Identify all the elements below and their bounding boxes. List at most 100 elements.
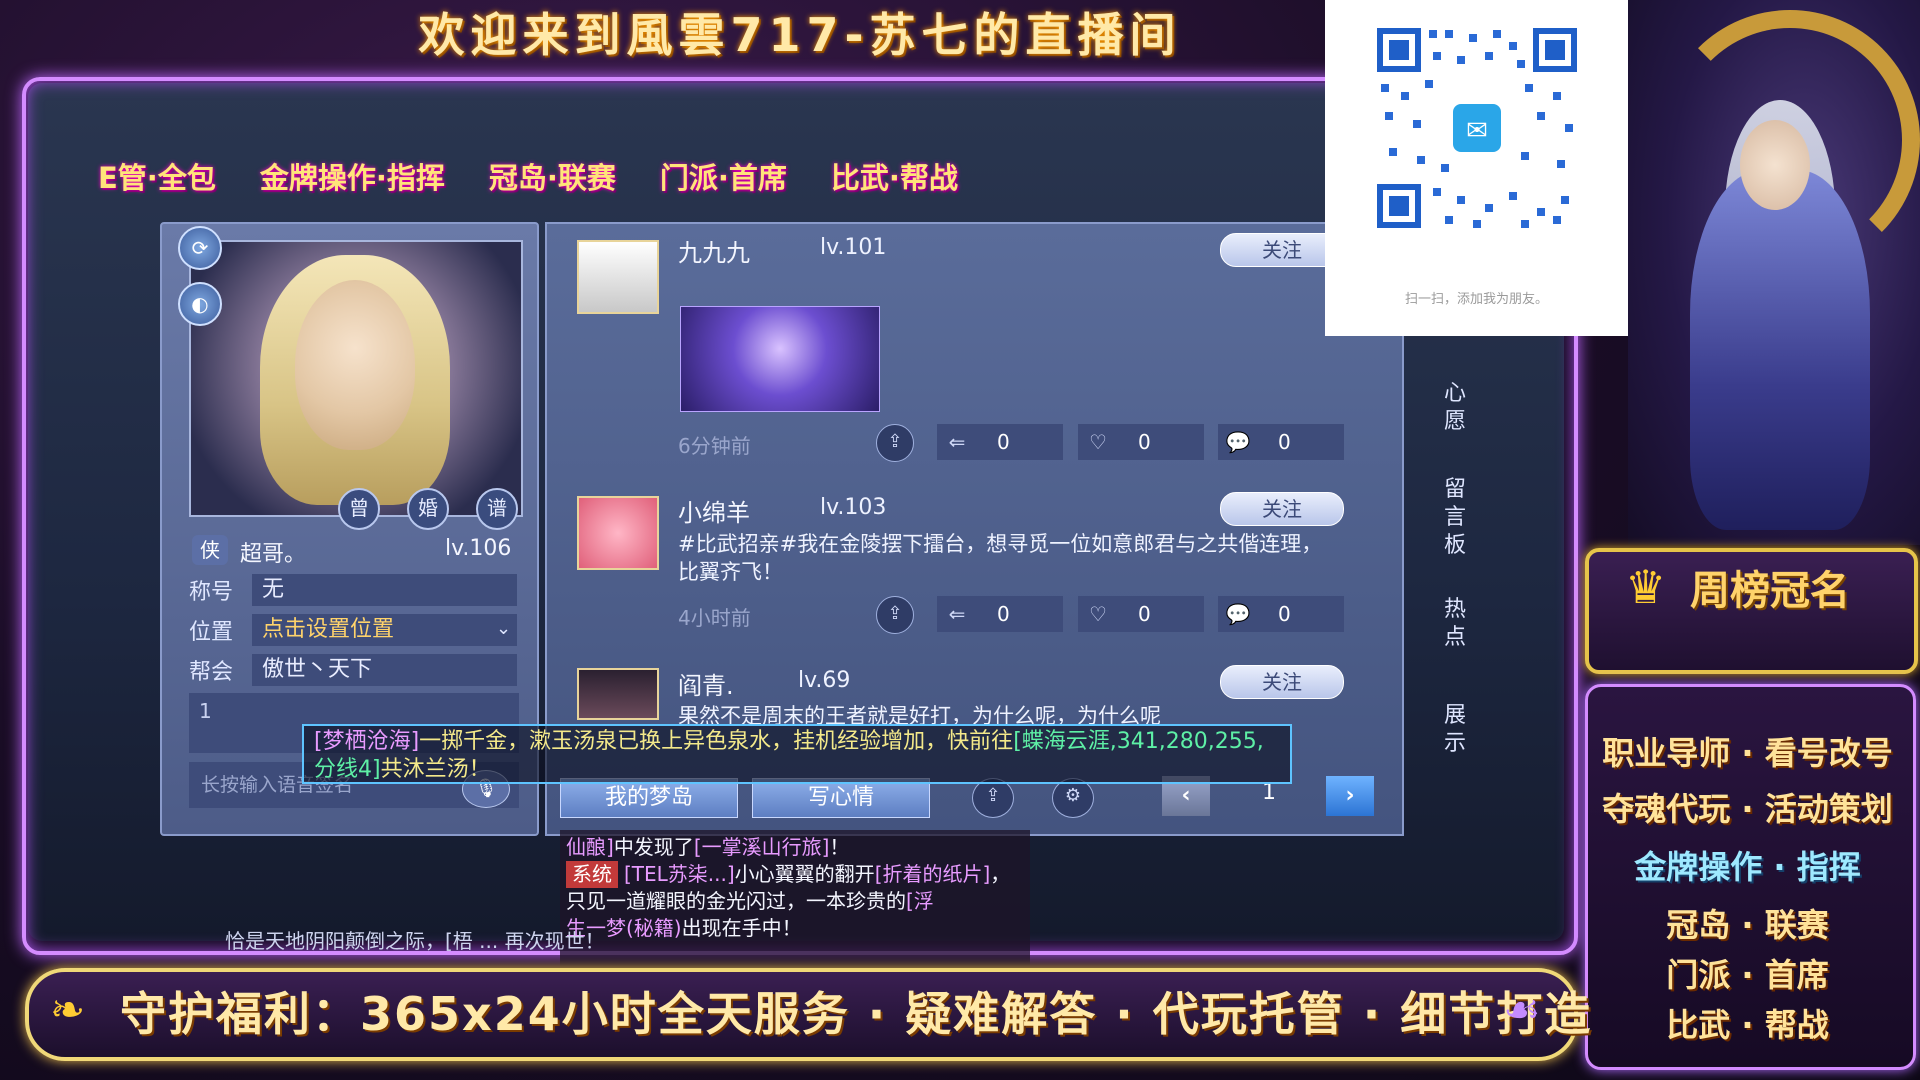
service-line: 门派 · 首席 [1666,956,1829,994]
system-chat: 仙酿]中发现了[一掌溪山行旅]！ 系统 [TEL苏柒...]小心翼翼的翻开[折着的… [560,830,1030,970]
marquee-item: 冠岛·联赛 [488,161,616,195]
weekly-title: 周榜冠名 [1690,568,1850,614]
marquee-item: 比武·帮战 [830,161,958,195]
character-head [1740,120,1810,210]
tab-guestbook[interactable]: 留言板 [1438,476,1472,560]
share-icon[interactable]: ⇪ [972,778,1014,818]
like-button[interactable]: ♡ 0 [1078,424,1204,460]
post-avatar[interactable] [577,240,659,314]
location-select[interactable]: 点击设置位置 [252,614,517,646]
tab-wish[interactable]: 心愿 [1438,380,1472,436]
comment-count: 0 [1278,602,1291,626]
chat-message: [梦栖沧海]一掷千金，漱玉汤泉已换上异色泉水，挂机经验增加，快前往[蝶海云涯,3… [302,724,1292,784]
chat-item[interactable]: [折着的纸片] [875,862,991,886]
write-mood-button[interactable]: 写心情 [752,778,930,818]
follow-button[interactable]: 关注 [1220,665,1344,699]
crown-icon: ♛ [1625,560,1667,614]
chat-text: ， [990,862,1011,886]
chat-player[interactable]: [TEL苏柒...] [624,862,735,886]
post-text: 果然不是周末的王者就是好打，为什么呢，为什么呢 [678,704,1161,726]
chat-channel: [梦栖沧海] [314,729,420,754]
qr-card [1325,0,1628,336]
guild-label: 帮会 [189,660,234,685]
heart-icon: ♡ [1089,430,1107,454]
post-level: lv.103 [820,495,887,520]
chat-text: 出现在手中！ [681,916,802,940]
comment-icon: 💬 [1225,430,1251,454]
post-avatar[interactable] [577,668,659,720]
stream-title: 欢迎来到風雲717-苏七的直播间 [418,8,1182,62]
service-line: 冠岛 · 联赛 [1666,906,1829,944]
post-level: lv.69 [798,668,851,693]
service-line: 金牌操作 · 指挥 [1634,848,1861,886]
forward-count: 0 [997,430,1010,454]
badge-chip[interactable]: 曾 [338,488,380,530]
tab-hot[interactable]: 热点 [1438,596,1472,652]
chat-text: 小心翼翼的翻开 [734,862,875,886]
comment-count: 0 [1278,430,1291,454]
chat-text: 一掷千金，漱玉汤泉已换上异色泉水，挂机经验增加，快前往 [419,729,1014,754]
qr-caption: 扫一扫，添加我为朋友。 [1404,292,1548,307]
post-text: #比武招亲#我在金陵摆下擂台，想寻觅一位如意郎君与之共偕连理，比翼齐飞！ [678,532,1323,584]
title-row: 称号 无 [189,574,519,606]
post-time: 4小时前 [678,606,751,630]
follow-button[interactable]: 关注 [1220,492,1344,526]
like-count: 0 [1138,602,1151,626]
like-count: 0 [1138,430,1151,454]
service-marquee: E管·全包 金牌操作·指挥 冠岛·联赛 门派·首席 比武·帮战 [98,155,958,203]
badge-chip[interactable]: 谱 [476,488,518,530]
share-icon[interactable]: ⇪ [876,596,914,634]
badge-chip[interactable]: 婚 [407,488,449,530]
chat-item[interactable]: [浮 [906,889,934,913]
location-label: 位置 [189,620,234,645]
guild-value: 傲世丶天下 [252,654,517,686]
heart-icon: ♡ [1089,602,1107,626]
chat-item: 仙酿] [566,835,614,859]
post-image[interactable] [680,306,880,412]
chat-text: 只见一道耀眼的金光闪过，一本珍贵的 [566,889,906,913]
character-robe [1690,170,1870,530]
title-label: 称号 [189,580,234,605]
chat-text: ！ [829,835,850,859]
marquee-item: E管·全包 [98,161,216,195]
forward-icon: ⇐ [948,602,966,626]
chat-text: 共沐兰汤！ [380,757,491,782]
wing-icon: ❧ [50,985,86,1034]
marquee-item: 门派·首席 [659,161,787,195]
chevron-down-icon[interactable]: ⌄ [496,618,511,639]
comment-button[interactable]: 💬 0 [1218,424,1344,460]
post-author[interactable]: 小绵羊 [678,493,750,528]
post-author[interactable]: 阎青. [678,666,734,701]
comment-button[interactable]: 💬 0 [1218,596,1344,632]
avatar-face [295,280,415,450]
tab-my-island[interactable]: 我的梦岛 [560,778,738,818]
next-page-button[interactable]: › [1326,776,1374,816]
chat-item[interactable]: [一掌溪山行旅] [694,835,830,859]
forward-button[interactable]: ⇐ 0 [937,424,1063,460]
post-time: 6分钟前 [678,434,751,458]
service-line: 职业导师 · 看号改号 [1602,734,1893,772]
share-icon[interactable]: ⇪ [876,424,914,462]
post-level: lv.101 [820,235,887,260]
gear-icon[interactable]: ⚙ [1052,778,1094,818]
post-avatar[interactable] [577,496,659,570]
marquee-item: 金牌操作·指挥 [259,161,445,195]
service-line: 夺魂代玩 · 活动策划 [1602,790,1893,828]
mask-icon[interactable]: ◐ [178,282,222,326]
guild-row: 帮会 傲世丶天下 [189,654,519,686]
like-button[interactable]: ♡ 0 [1078,596,1204,632]
service-line: 比武 · 帮战 [1666,1006,1829,1044]
wechat-icon: ✉ [1466,116,1488,146]
post-author[interactable]: 九九九 [678,233,750,268]
forward-count: 0 [997,602,1010,626]
tab-display[interactable]: 展示 [1438,702,1472,758]
wing-icon: ☙ [1503,985,1541,1034]
profile-level: lv.106 [445,536,512,561]
rank-badge: 侠 [192,535,228,565]
location-row: 位置 点击设置位置 [189,614,519,646]
profile-name: 超哥。 [240,542,307,567]
forward-icon: ⇐ [948,430,966,454]
refresh-icon[interactable]: ⟳ [178,226,222,270]
forward-button[interactable]: ⇐ 0 [937,596,1063,632]
chat-text: 中发现了 [613,835,694,859]
